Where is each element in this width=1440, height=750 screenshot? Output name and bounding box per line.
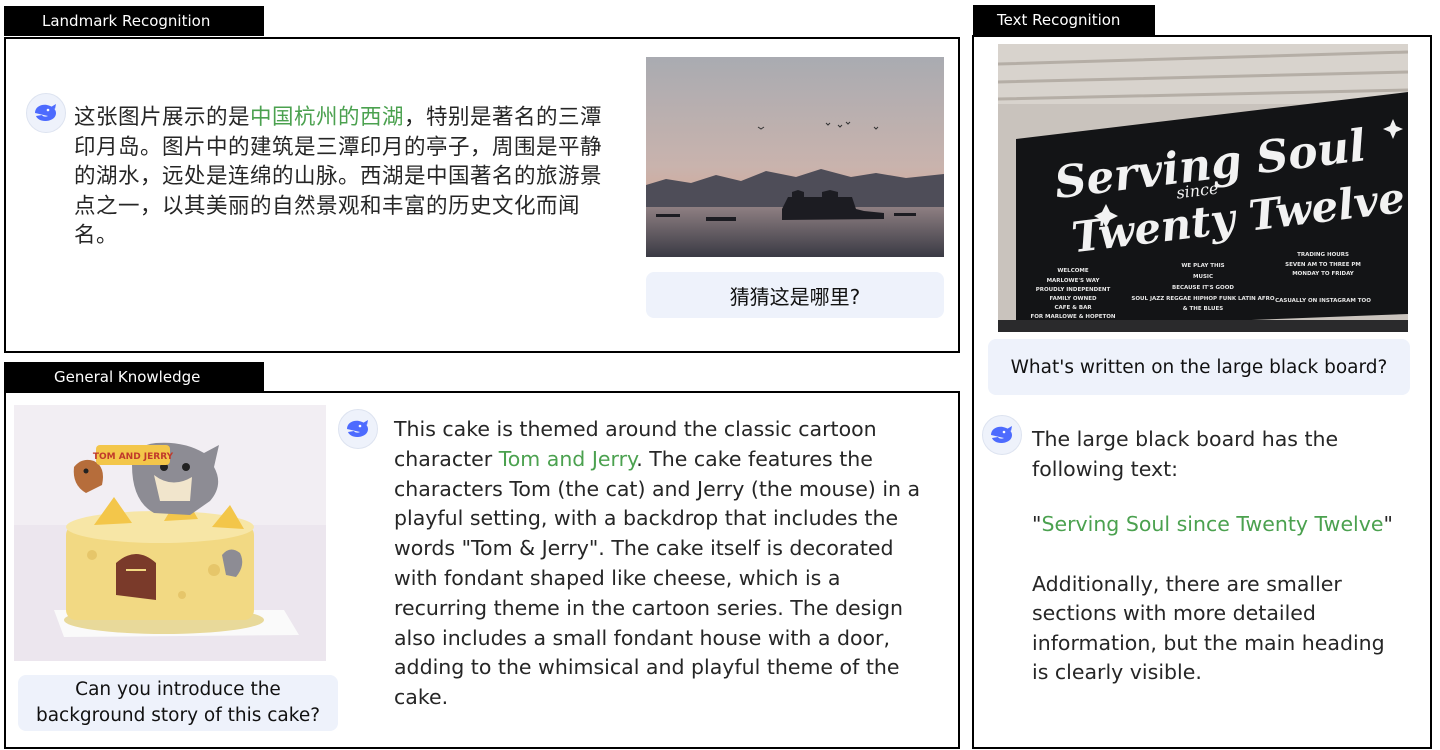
sign-col2-4: & THE BLUES <box>1183 306 1223 312</box>
sign-col1-1: MARLOWE'S WAY <box>1047 278 1101 284</box>
general-question-text: Can you introduce the background story o… <box>35 679 321 726</box>
text-answer-intro: The large black board has the following … <box>1032 427 1339 481</box>
text-question-text: What's written on the large black board? <box>1010 356 1388 378</box>
sign-col2-3: SOUL JAZZ REGGAE HIPHOP FUNK LATIN AFRO <box>1131 296 1274 302</box>
signboard-photo: Serving Soul since Twenty Twelve WELCOME… <box>998 44 1408 332</box>
text-answer-rest: Additionally, there are smaller sections… <box>1032 571 1385 685</box>
landmark-answer: 这张图片展示的是中国杭州的西湖，特别是著名的三潭印月岛。图片中的建筑是三潭印月的… <box>74 103 614 251</box>
quote-close: " <box>1383 512 1393 536</box>
text-panel: Serving Soul since Twenty Twelve WELCOME… <box>972 35 1432 749</box>
general-question-bubble: Can you introduce the background story o… <box>18 675 338 731</box>
assistant-avatar <box>26 93 66 133</box>
sign-col2-1: MUSIC <box>1193 274 1213 280</box>
general-tab: General Knowledge <box>4 362 264 392</box>
landmark-answer-highlight: 中国杭州的西湖 <box>250 105 405 130</box>
whale-logo-icon <box>35 104 56 121</box>
sign-col2-2: BECAUSE IT'S GOOD <box>1172 285 1234 291</box>
sign-col2-0: WE PLAY THIS <box>1181 263 1224 269</box>
sign-col1-2: PROUDLY INDEPENDENT <box>1036 287 1111 293</box>
landmark-question-bubble: 猜猜这是哪里? <box>646 272 944 318</box>
whale-logo-icon <box>347 420 368 437</box>
landmark-answer-text: 这张图片展示的是 <box>74 105 251 130</box>
landmark-tab: Landmark Recognition <box>4 6 264 36</box>
text-answer-quote: "Serving Soul since Twenty Twelve" <box>1032 510 1412 540</box>
text-answer-highlight: Serving Soul since Twenty Twelve <box>1041 512 1384 536</box>
sign-col3-3: CASUALLY ON INSTAGRAM TOO <box>1275 298 1371 304</box>
west-lake-photo <box>646 57 944 257</box>
landmark-question-text: 猜猜这是哪里? <box>729 284 861 309</box>
sign-col1-0: WELCOME <box>1057 268 1089 274</box>
general-answer-rest: . The cake features the characters Tom (… <box>394 446 921 710</box>
whale-logo-icon <box>991 426 1012 443</box>
assistant-avatar <box>338 409 378 449</box>
sign-col1-3: FAMILY OWNED <box>1049 296 1097 302</box>
general-answer: This cake is themed around the classic c… <box>394 415 934 713</box>
landmark-panel: 这张图片展示的是中国杭州的西湖，特别是著名的三潭印月岛。图片中的建筑是三潭印月的… <box>4 37 960 353</box>
sign-col3-0: TRADING HOURS <box>1297 252 1349 258</box>
text-question-bubble: What's written on the large black board? <box>988 339 1410 395</box>
general-answer-highlight: Tom and Jerry <box>498 446 637 471</box>
text-tab: Text Recognition <box>973 5 1155 35</box>
text-answer: The large black board has the following … <box>1032 425 1412 688</box>
sign-col3-2: MONDAY TO FRIDAY <box>1292 271 1355 277</box>
general-panel: TOM AND JERRY Can you introduce the back… <box>4 391 960 749</box>
cake-photo: TOM AND JERRY <box>14 405 326 661</box>
assistant-avatar <box>982 415 1022 455</box>
sign-col1-4: CAFE & BAR <box>1054 305 1092 311</box>
sign-col3-1: SEVEN AM TO THREE PM <box>1285 262 1361 268</box>
cake-label: TOM AND JERRY <box>93 452 174 462</box>
sign-col1-5: FOR MARLOWE & HOPETON <box>1030 314 1115 320</box>
